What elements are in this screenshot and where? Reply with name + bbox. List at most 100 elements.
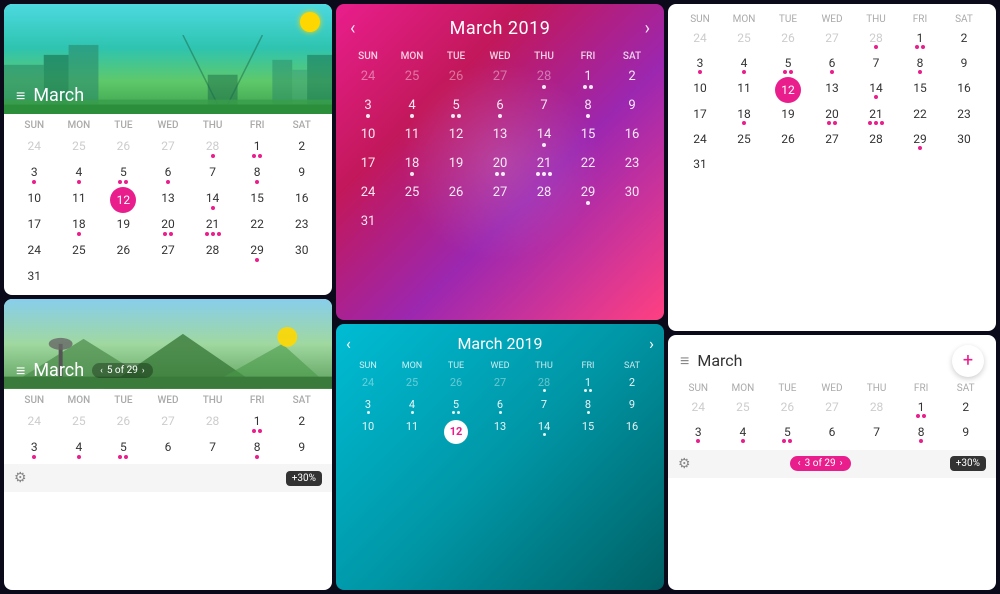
- calendar-day-cell[interactable]: 12: [434, 417, 478, 446]
- calendar-day-cell[interactable]: 25: [57, 239, 102, 265]
- calendar-day-cell[interactable]: 7: [190, 436, 235, 462]
- calendar-day-cell[interactable]: 1: [566, 373, 610, 395]
- calendar-day-cell[interactable]: 2: [943, 396, 988, 421]
- calendar-day-cell[interactable]: 26: [766, 27, 810, 52]
- calendar-day-cell[interactable]: 28: [522, 373, 566, 395]
- calendar-day-cell[interactable]: 17: [346, 151, 390, 180]
- calendar-day-cell[interactable]: 6: [146, 436, 191, 462]
- seattle-hamburger-icon[interactable]: ≡: [16, 361, 25, 381]
- calendar-day-cell[interactable]: 30: [942, 128, 986, 153]
- calendar-day-cell[interactable]: 1: [235, 135, 280, 161]
- calendar-day-cell[interactable]: 25: [390, 64, 434, 93]
- calendar-day-cell[interactable]: 19: [766, 103, 810, 128]
- calendar-day-cell[interactable]: 31: [678, 153, 722, 173]
- calendar-day-cell[interactable]: 26: [101, 410, 146, 436]
- calendar-day-cell[interactable]: 1: [898, 27, 942, 52]
- calendar-day-cell[interactable]: 8: [566, 395, 610, 417]
- calendar-day-cell[interactable]: 21: [190, 213, 235, 239]
- wplus-pagination-badge[interactable]: ‹ 3 of 29 ›: [790, 456, 851, 471]
- calendar-day-cell[interactable]: 23: [279, 213, 324, 239]
- calendar-day-cell[interactable]: 8: [899, 421, 944, 446]
- calendar-day-cell[interactable]: 8: [235, 161, 280, 187]
- calendar-day-cell[interactable]: 22: [898, 103, 942, 128]
- calendar-day-cell[interactable]: 1: [235, 410, 280, 436]
- calendar-day-cell[interactable]: 28: [190, 239, 235, 265]
- calendar-day-cell[interactable]: 26: [434, 64, 478, 93]
- settings-icon[interactable]: ⚙: [14, 470, 27, 486]
- calendar-day-cell[interactable]: 14: [522, 417, 566, 446]
- calendar-day-cell[interactable]: 27: [810, 27, 854, 52]
- calendar-day-cell[interactable]: 24: [678, 27, 722, 52]
- calendar-day-cell[interactable]: 25: [722, 27, 766, 52]
- calendar-day-cell[interactable]: 27: [478, 180, 522, 209]
- calendar-day-cell[interactable]: 7: [854, 421, 899, 446]
- calendar-day-cell[interactable]: 16: [942, 77, 986, 103]
- calendar-day-cell[interactable]: 28: [522, 180, 566, 209]
- calendar-day-cell[interactable]: 29: [566, 180, 610, 209]
- calendar-day-cell[interactable]: 30: [279, 239, 324, 265]
- calendar-day-cell[interactable]: 7: [522, 395, 566, 417]
- white-plus-hamburger[interactable]: ≡: [680, 351, 689, 371]
- calendar-day-cell[interactable]: 28: [854, 27, 898, 52]
- grad-next-nav[interactable]: ›: [641, 14, 654, 43]
- calendar-day-cell[interactable]: 23: [610, 151, 654, 180]
- calendar-day-cell[interactable]: 6: [478, 93, 522, 122]
- teal-next-nav[interactable]: ›: [649, 334, 654, 353]
- calendar-day-cell[interactable]: 20: [478, 151, 522, 180]
- calendar-day-cell[interactable]: 3: [12, 436, 57, 462]
- teal-prev-nav[interactable]: ‹: [346, 334, 351, 353]
- calendar-day-cell[interactable]: 9: [943, 421, 988, 446]
- calendar-day-cell[interactable]: 28: [854, 396, 899, 421]
- calendar-day-cell[interactable]: 26: [765, 396, 810, 421]
- wplus-badge-next[interactable]: ›: [840, 458, 843, 469]
- calendar-day-cell[interactable]: 5: [434, 93, 478, 122]
- calendar-day-cell[interactable]: 2: [942, 27, 986, 52]
- calendar-day-cell[interactable]: 16: [610, 122, 654, 151]
- calendar-day-cell[interactable]: 8: [566, 93, 610, 122]
- calendar-day-cell[interactable]: 10: [12, 187, 57, 213]
- calendar-day-cell[interactable]: 25: [57, 410, 102, 436]
- calendar-day-cell[interactable]: 6: [478, 395, 522, 417]
- calendar-day-cell[interactable]: 22: [566, 151, 610, 180]
- calendar-day-cell[interactable]: 10: [346, 417, 390, 446]
- calendar-day-cell[interactable]: 28: [854, 128, 898, 153]
- calendar-day-cell[interactable]: 2: [279, 135, 324, 161]
- badge-next-arrow[interactable]: ›: [142, 366, 145, 376]
- calendar-day-cell[interactable]: 11: [57, 187, 102, 213]
- calendar-day-cell[interactable]: 10: [678, 77, 722, 103]
- calendar-day-cell[interactable]: 15: [566, 417, 610, 446]
- calendar-day-cell[interactable]: 15: [898, 77, 942, 103]
- calendar-day-cell[interactable]: 9: [279, 436, 324, 462]
- calendar-day-cell[interactable]: 24: [678, 128, 722, 153]
- calendar-day-cell[interactable]: 3: [678, 52, 722, 77]
- calendar-day-cell[interactable]: 5: [766, 52, 810, 77]
- calendar-day-cell[interactable]: 31: [12, 265, 57, 285]
- calendar-day-cell[interactable]: 26: [101, 239, 146, 265]
- calendar-day-cell[interactable]: 2: [610, 64, 654, 93]
- calendar-day-cell[interactable]: 30: [610, 180, 654, 209]
- calendar-day-cell[interactable]: 25: [57, 135, 102, 161]
- calendar-day-cell[interactable]: 4: [390, 395, 434, 417]
- calendar-day-cell[interactable]: 24: [12, 135, 57, 161]
- calendar-day-cell[interactable]: 5: [434, 395, 478, 417]
- calendar-day-cell[interactable]: 11: [390, 417, 434, 446]
- calendar-day-cell[interactable]: 16: [279, 187, 324, 213]
- calendar-day-cell[interactable]: 18: [390, 151, 434, 180]
- calendar-day-cell[interactable]: 7: [854, 52, 898, 77]
- calendar-day-cell[interactable]: 27: [146, 410, 191, 436]
- calendar-day-cell[interactable]: 3: [346, 93, 390, 122]
- calendar-day-cell[interactable]: 13: [478, 122, 522, 151]
- calendar-day-cell[interactable]: 4: [57, 161, 102, 187]
- calendar-day-cell[interactable]: 26: [101, 135, 146, 161]
- calendar-day-cell[interactable]: 14: [854, 77, 898, 103]
- calendar-day-cell[interactable]: 4: [57, 436, 102, 462]
- calendar-day-cell[interactable]: 5: [101, 436, 146, 462]
- white-plus-settings-icon[interactable]: ⚙: [678, 456, 691, 472]
- calendar-day-cell[interactable]: 9: [942, 52, 986, 77]
- calendar-day-cell[interactable]: 11: [390, 122, 434, 151]
- calendar-day-cell[interactable]: 18: [722, 103, 766, 128]
- calendar-day-cell[interactable]: 14: [522, 122, 566, 151]
- calendar-day-cell[interactable]: 10: [346, 122, 390, 151]
- calendar-day-cell[interactable]: 24: [12, 410, 57, 436]
- calendar-day-cell[interactable]: 27: [146, 239, 191, 265]
